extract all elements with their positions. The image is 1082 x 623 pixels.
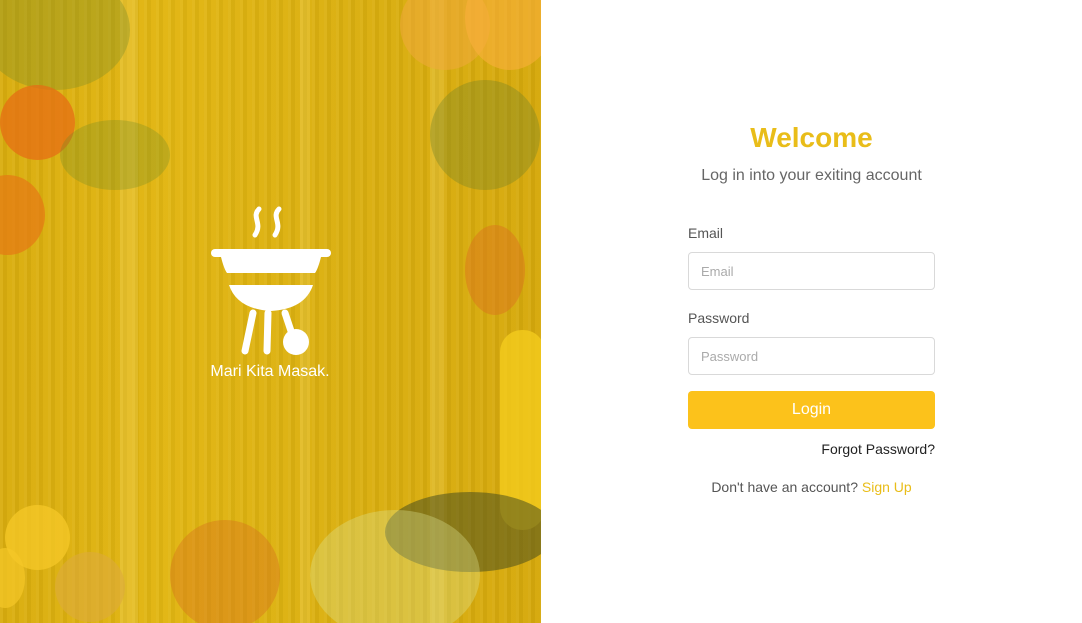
login-panel: Welcome Log in into your exiting account…: [541, 0, 1082, 623]
login-button[interactable]: Login: [688, 391, 935, 429]
brand-tagline: Mari Kita Masak.: [210, 363, 330, 380]
signup-prompt: Don't have an account?: [711, 479, 858, 495]
signup-row: Don't have an account? Sign Up: [541, 479, 1082, 495]
email-label: Email: [688, 225, 724, 241]
email-field[interactable]: [688, 252, 935, 290]
brand-block: Mari Kita Masak.: [170, 205, 370, 381]
wood-plank: [120, 0, 138, 623]
shrimp-decoration: [170, 520, 280, 623]
page-subtitle: Log in into your exiting account: [701, 167, 922, 184]
forgot-password-link[interactable]: Forgot Password?: [821, 441, 935, 457]
greens-decoration: [60, 120, 170, 190]
bowl-decoration: [55, 552, 125, 622]
shrimp-decoration: [465, 225, 525, 315]
greens-decoration: [430, 80, 540, 190]
grill-icon: [211, 206, 331, 355]
password-field[interactable]: [688, 337, 935, 375]
food-background-panel: Mari Kita Masak.: [0, 0, 541, 623]
page-title: Welcome: [750, 122, 873, 153]
signup-link[interactable]: Sign Up: [862, 479, 912, 495]
password-label: Password: [688, 310, 750, 326]
